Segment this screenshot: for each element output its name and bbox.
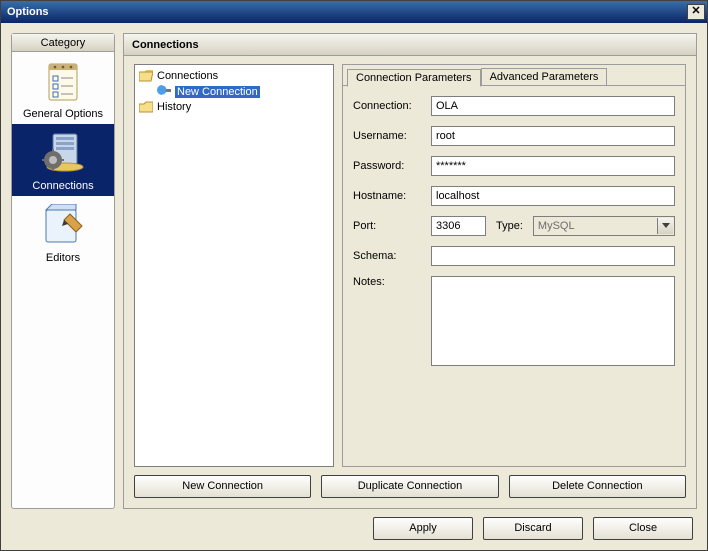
server-gear-icon bbox=[39, 130, 87, 178]
category-item-editors[interactable]: Editors bbox=[12, 196, 114, 268]
titlebar: Options ✕ bbox=[1, 1, 707, 23]
tab-advanced-parameters[interactable]: Advanced Parameters bbox=[481, 68, 608, 85]
category-item-general-options[interactable]: General Options bbox=[12, 52, 114, 124]
tab-bar: Connection Parameters Advanced Parameter… bbox=[343, 65, 685, 86]
tab-connection-parameters[interactable]: Connection Parameters bbox=[347, 69, 481, 87]
folder-icon bbox=[139, 101, 153, 113]
form-panel: Connection Parameters Advanced Parameter… bbox=[342, 64, 686, 467]
port-label: Port: bbox=[353, 220, 431, 232]
hostname-input[interactable] bbox=[431, 186, 675, 206]
new-connection-button[interactable]: New Connection bbox=[134, 475, 311, 498]
window-title: Options bbox=[7, 6, 49, 18]
notepad-icon bbox=[39, 58, 87, 106]
port-input[interactable] bbox=[431, 216, 486, 236]
category-item-connections[interactable]: Connections bbox=[12, 124, 114, 196]
content-title: Connections bbox=[124, 34, 696, 56]
connection-input[interactable] bbox=[431, 96, 675, 116]
folder-open-icon bbox=[139, 70, 153, 82]
duplicate-connection-button[interactable]: Duplicate Connection bbox=[321, 475, 498, 498]
discard-button[interactable]: Discard bbox=[483, 517, 583, 540]
category-label: General Options bbox=[12, 108, 114, 120]
connection-button-row: New Connection Duplicate Connection Dele… bbox=[134, 475, 686, 498]
tree-label: New Connection bbox=[175, 86, 260, 98]
editor-icon bbox=[39, 202, 87, 250]
username-input[interactable] bbox=[431, 126, 675, 146]
category-header: Category bbox=[12, 34, 114, 52]
type-label: Type: bbox=[496, 220, 523, 232]
connection-tree[interactable]: Connections New Connection History bbox=[134, 64, 334, 467]
tree-item-history[interactable]: History bbox=[137, 100, 331, 114]
apply-button[interactable]: Apply bbox=[373, 517, 473, 540]
tree-label: History bbox=[157, 101, 191, 113]
notes-label: Notes: bbox=[353, 276, 431, 288]
category-label: Connections bbox=[12, 180, 114, 192]
type-value: MySQL bbox=[538, 220, 575, 232]
footer-button-row: Apply Discard Close bbox=[11, 517, 697, 540]
content-panel: Connections Connections New Connect bbox=[123, 33, 697, 509]
password-input[interactable] bbox=[431, 156, 675, 176]
hostname-label: Hostname: bbox=[353, 190, 431, 202]
notes-textarea[interactable] bbox=[431, 276, 675, 366]
close-button[interactable]: Close bbox=[593, 517, 693, 540]
category-label: Editors bbox=[12, 252, 114, 264]
schema-input[interactable] bbox=[431, 246, 675, 266]
type-select[interactable]: MySQL bbox=[533, 216, 675, 236]
schema-label: Schema: bbox=[353, 250, 431, 262]
tree-item-connections[interactable]: Connections bbox=[137, 69, 331, 83]
tree-item-new-connection[interactable]: New Connection bbox=[137, 83, 331, 100]
password-label: Password: bbox=[353, 160, 431, 172]
username-label: Username: bbox=[353, 130, 431, 142]
category-panel: Category General Options bbox=[11, 33, 115, 509]
connection-label: Connection: bbox=[353, 100, 431, 112]
globe-plug-icon bbox=[157, 84, 171, 99]
tree-label: Connections bbox=[157, 70, 218, 82]
close-icon[interactable]: ✕ bbox=[687, 4, 705, 20]
delete-connection-button[interactable]: Delete Connection bbox=[509, 475, 686, 498]
chevron-down-icon bbox=[657, 218, 673, 234]
